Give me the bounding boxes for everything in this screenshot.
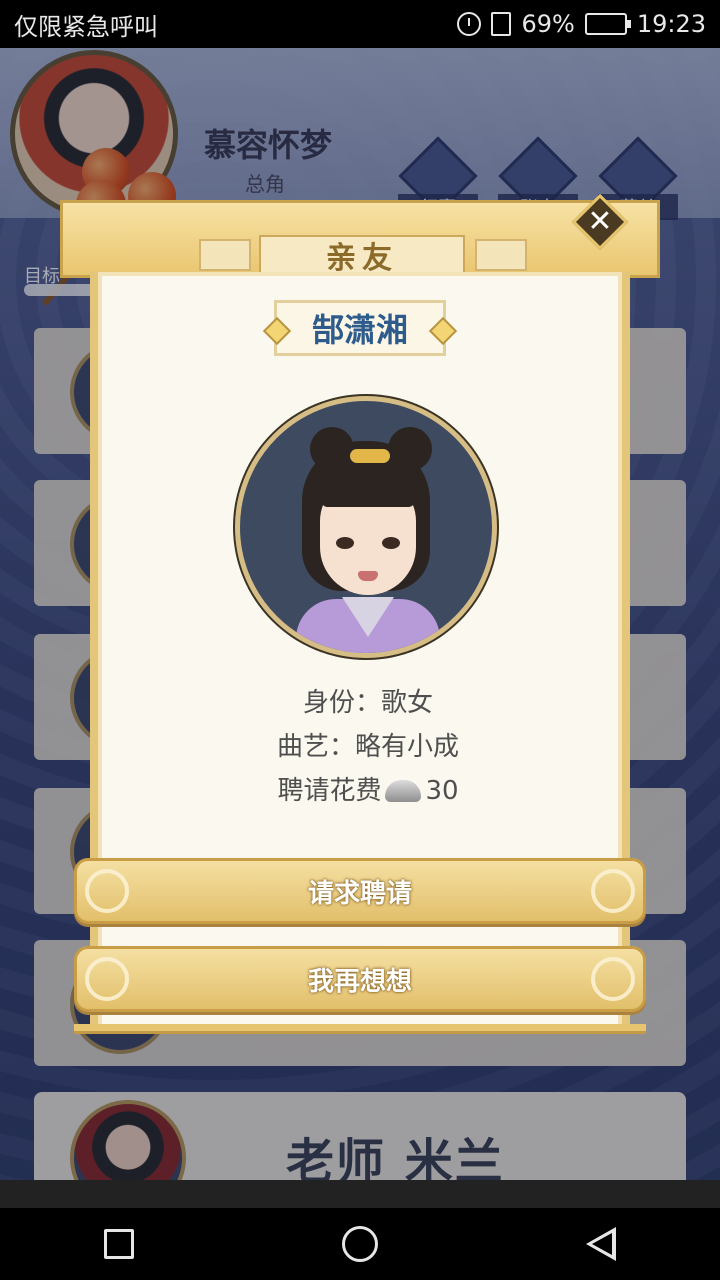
battery-icon: [584, 13, 631, 35]
status-bar: 仅限紧急呼叫 69% 19:23: [0, 0, 720, 48]
cloud-ornament-icon: [591, 957, 635, 1001]
identity-text: 身份：歌女: [302, 688, 433, 718]
status-icons: 69% 19:23: [457, 10, 706, 38]
bottom-strip: [0, 1180, 720, 1208]
close-icon: ✕: [587, 204, 613, 239]
dialog-footer: [74, 1024, 646, 1034]
clock: 19:23: [636, 10, 706, 38]
header-ornament: [475, 239, 527, 271]
cost-line: 聘请花费 30: [98, 770, 638, 807]
alarm-icon: [457, 12, 482, 36]
character-name: 郜潇湘: [274, 300, 446, 356]
cloud-ornament-icon: [85, 957, 129, 1001]
battery-percent: 69%: [521, 10, 575, 38]
home-button[interactable]: [342, 1226, 378, 1262]
recent-apps-button[interactable]: [104, 1229, 134, 1259]
dialog-title: 亲友: [259, 235, 465, 276]
sim-icon: [491, 12, 512, 36]
skill-text: 曲艺：略有小成: [276, 732, 459, 762]
cloud-ornament-icon: [591, 869, 635, 913]
think-again-label: 我再想想: [307, 966, 412, 997]
cost-label: 聘请花费: [277, 776, 382, 806]
hairpin-icon: [350, 449, 390, 463]
cost-value: 30: [425, 776, 459, 806]
header-ornament: [199, 239, 251, 271]
character-portrait: [235, 396, 497, 658]
silver-ingot-icon: [385, 780, 422, 802]
friend-dialog: 亲友 ✕ 郜潇湘 身份：歌女 曲艺：略有小成 聘请花费 30 请求聘请 我再想想: [56, 186, 664, 1040]
system-nav-bar: [0, 1208, 720, 1280]
think-again-button[interactable]: 我再想想: [74, 946, 646, 1012]
emergency-calls-text: 仅限紧急呼叫: [14, 12, 158, 41]
dialog-header: 亲友: [60, 200, 660, 278]
hire-request-button[interactable]: 请求聘请: [74, 858, 646, 924]
cloud-ornament-icon: [85, 869, 129, 913]
back-button[interactable]: [586, 1227, 616, 1261]
hire-request-label: 请求聘请: [307, 878, 412, 909]
